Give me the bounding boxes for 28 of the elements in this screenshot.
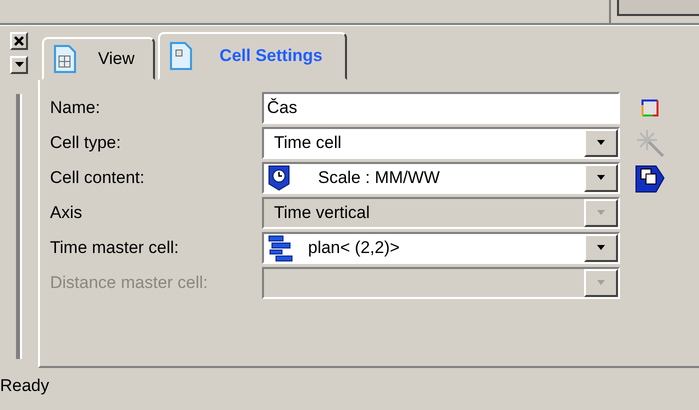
dropdown[interactable]: Time cell (262, 127, 620, 159)
gantt-icon (268, 234, 294, 262)
field-label: Time master cell: (50, 238, 180, 258)
dropdown-arrow-icon (596, 280, 606, 286)
dropdown: Time vertical (262, 197, 620, 229)
status-text: Ready (0, 375, 50, 396)
dropdown-arrow-icon (596, 245, 606, 251)
dropdown-arrow-icon (596, 210, 606, 216)
field-label: Axis (50, 203, 84, 223)
close-button[interactable] (10, 32, 28, 50)
dropdown-arrow-icon (596, 175, 606, 181)
name-field[interactable]: Čas (262, 92, 620, 124)
tab[interactable]: View (42, 37, 155, 80)
field-label: Distance master cell: (50, 273, 209, 293)
dropdown[interactable]: plan< (2,2)> (262, 232, 620, 264)
caret-icon (14, 62, 24, 68)
dock-grip[interactable] (16, 94, 22, 359)
grid-document-icon (54, 44, 76, 72)
dropdown-arrow-icon (596, 140, 606, 146)
dropdown[interactable]: Scale : MM/WW (262, 162, 620, 194)
field-label: Name: (50, 98, 102, 118)
close-icon (14, 36, 24, 46)
clock-icon (268, 165, 290, 191)
field-label: Cell type: (50, 133, 122, 153)
dropdown-button[interactable] (10, 56, 28, 74)
document-icon (170, 42, 192, 70)
cell-frame-icon[interactable] (641, 99, 659, 117)
field-label: Cell content: (50, 168, 146, 188)
